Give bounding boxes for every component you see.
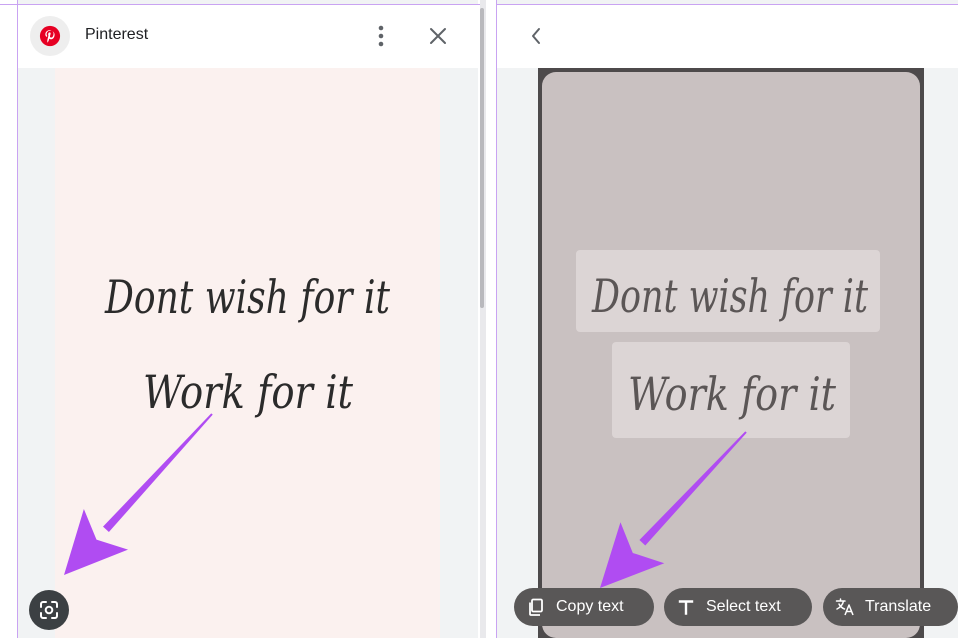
google-lens-icon[interactable] xyxy=(29,590,69,630)
image-text-line-2: Work for it xyxy=(143,365,353,419)
image-text-line-1: Dont wish for it xyxy=(104,270,390,324)
detected-text-line-1: Dont wish for it xyxy=(591,269,868,323)
panel-header: Pinterest xyxy=(17,4,478,68)
frame-border xyxy=(0,4,480,5)
pin-image: Dont wish for it Work for it xyxy=(55,68,440,638)
detected-text-line-2: Work for it xyxy=(628,367,836,421)
lens-results-panel: Dont wish for it Work for it Copy text S… xyxy=(496,0,958,638)
page-title: Pinterest xyxy=(85,26,149,43)
scrollbar[interactable] xyxy=(480,8,484,308)
copy-icon xyxy=(526,597,546,617)
select-text-label: Select text xyxy=(706,598,781,615)
frame-border xyxy=(496,0,497,638)
copy-text-label: Copy text xyxy=(556,598,624,615)
frame-border xyxy=(496,4,958,5)
select-text-button[interactable]: Select text xyxy=(664,588,812,626)
translate-label: Translate xyxy=(865,598,932,615)
pinterest-side-panel: Pinterest Dont wish for it Work for it xyxy=(17,0,478,638)
frame-border xyxy=(17,0,18,638)
close-icon[interactable] xyxy=(424,22,452,50)
more-vertical-icon[interactable] xyxy=(367,22,395,50)
translate-icon xyxy=(835,597,855,617)
translate-button[interactable]: Translate xyxy=(823,588,958,626)
copy-text-button[interactable]: Copy text xyxy=(514,588,654,626)
pinterest-logo-icon[interactable] xyxy=(30,16,70,56)
text-t-icon xyxy=(676,597,696,617)
